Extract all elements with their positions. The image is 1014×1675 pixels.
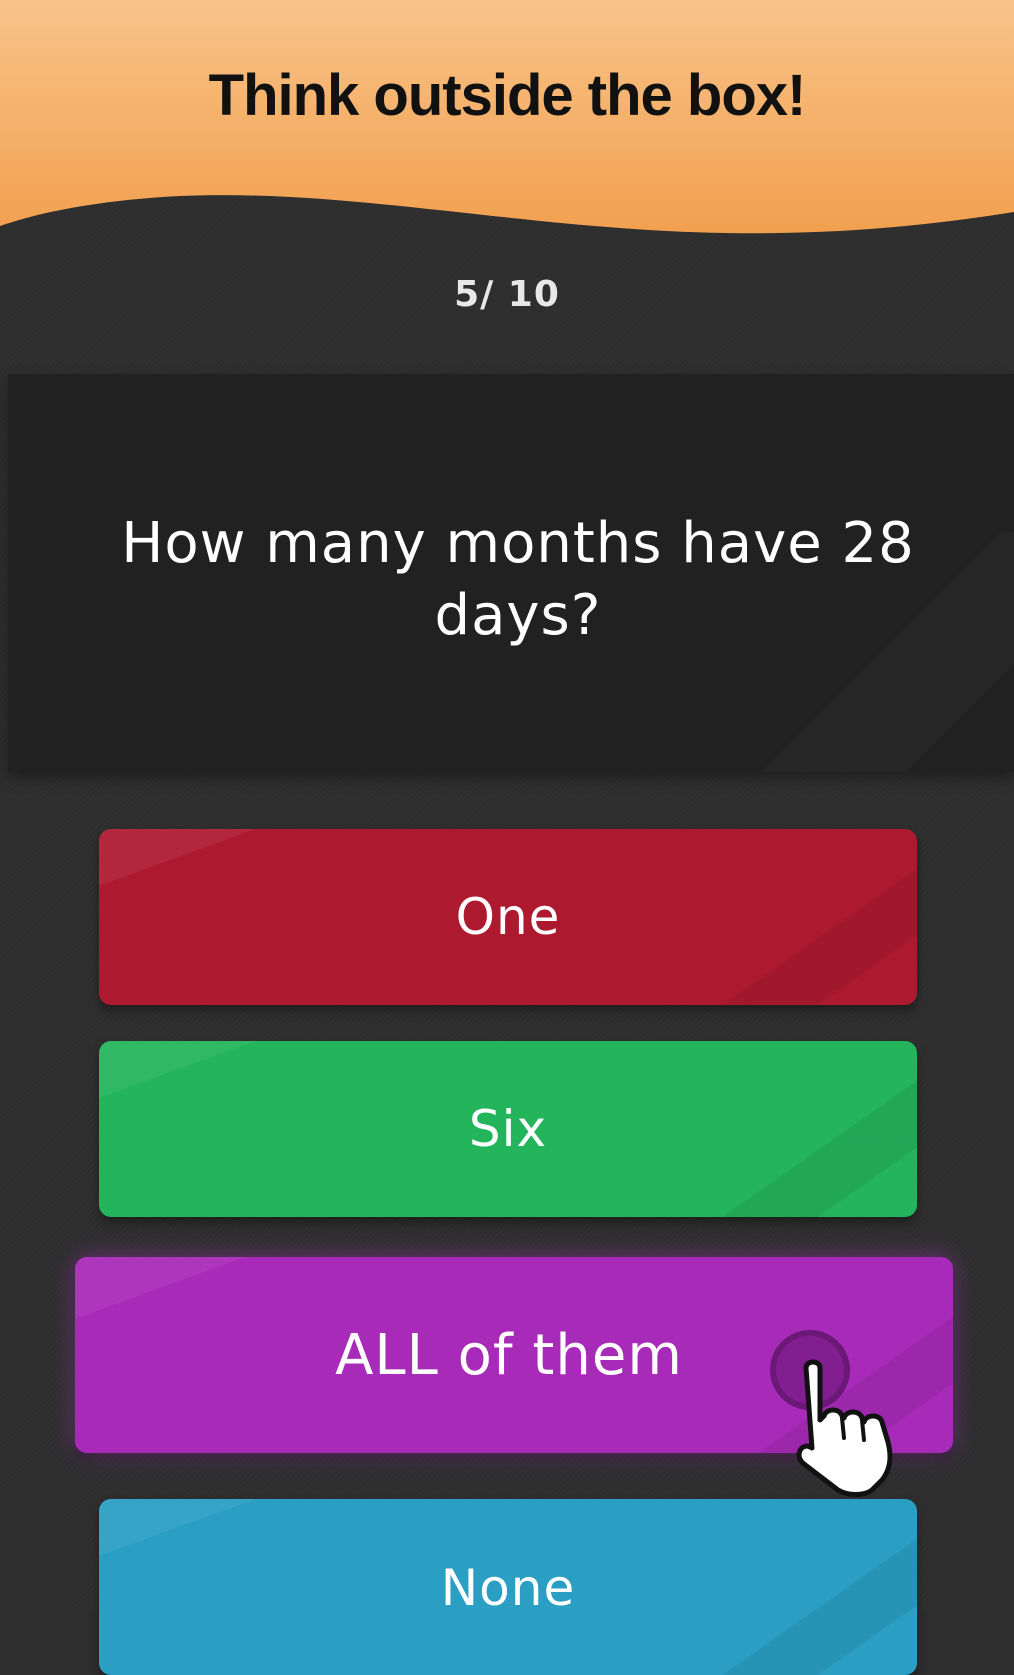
question-progress: 5/ 10 [454,274,560,315]
pointing-hand-icon [796,1359,893,1497]
screen-title: Think outside the box! [208,63,807,128]
answer-option-none[interactable]: None [99,1499,917,1675]
answer-option-one[interactable]: One [99,829,917,1005]
answer-label: Six [468,1100,548,1158]
header-banner: Think outside the box! [0,0,1014,240]
question-text: How many months have 28 days? [121,511,915,648]
question-card: How many months have 28 days? [8,374,1014,772]
answer-option-six[interactable]: Six [99,1041,917,1217]
answer-label: One [455,888,561,946]
answer-label: ALL of them [335,1322,683,1388]
answer-label: None [440,1559,576,1617]
